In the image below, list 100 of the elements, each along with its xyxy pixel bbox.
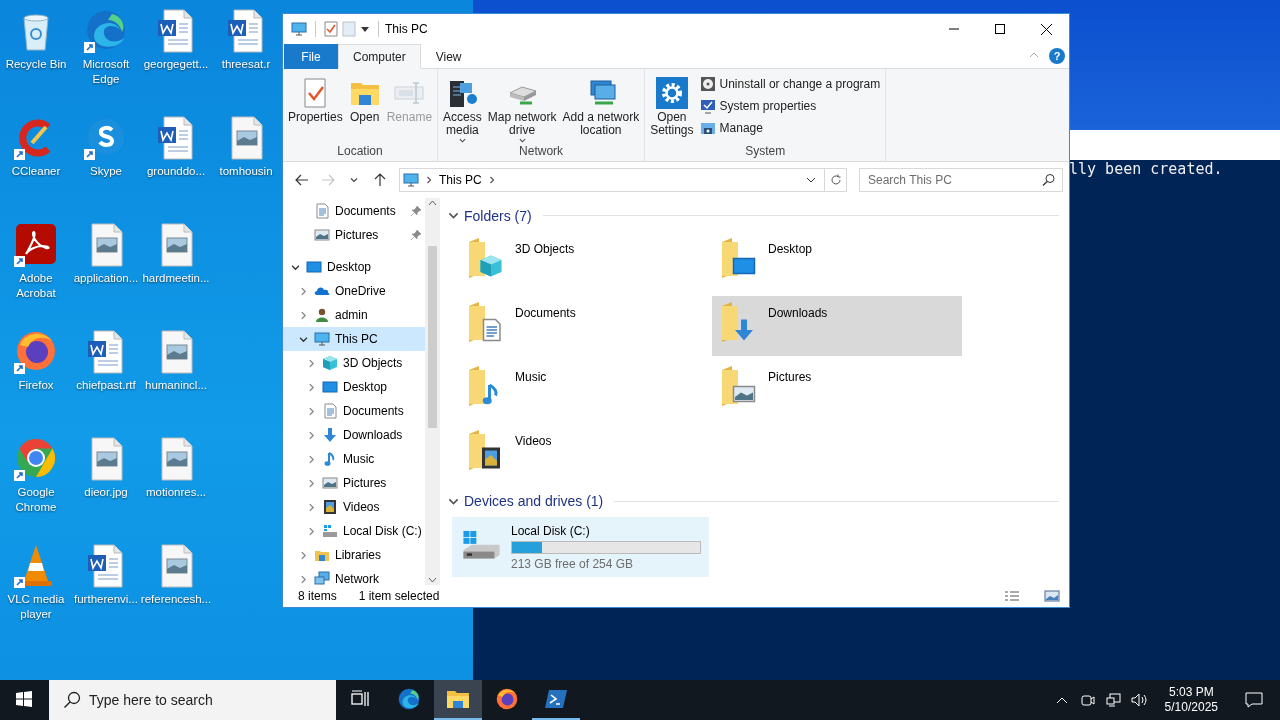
chevron-right-icon: [487, 176, 496, 184]
chevron-right-icon: [306, 526, 316, 536]
forward-arrow-icon: [321, 174, 335, 186]
nav-item[interactable]: Videos: [283, 495, 425, 519]
desktop-shortcut[interactable]: CCleaner: [1, 113, 71, 220]
nav-item[interactable]: Pictures: [283, 471, 425, 495]
taskbar-search-field[interactable]: Type here to search: [49, 680, 336, 720]
powershell-icon: [544, 689, 568, 709]
checklist-icon: [324, 21, 338, 37]
breadcrumb[interactable]: This PC: [439, 173, 482, 187]
caret-icon: [350, 176, 358, 184]
nav-item[interactable]: Downloads: [283, 423, 425, 447]
nav-item[interactable]: Desktop: [283, 375, 425, 399]
desktop-shortcut[interactable]: grounddo...: [141, 113, 211, 220]
ribbon-button[interactable]: Open: [346, 71, 383, 124]
scroll-down-icon[interactable]: [428, 575, 437, 585]
nav-item[interactable]: Documents: [283, 199, 425, 223]
drive-item[interactable]: Local Disk (C:) 213 GB free of 254 GB: [452, 517, 709, 577]
item-count: 8 items: [298, 589, 337, 603]
nav-item[interactable]: 3D Objects: [283, 351, 425, 375]
ribbon-button[interactable]: Uninstall or change a program: [697, 74, 883, 94]
nav-item[interactable]: Music: [283, 447, 425, 471]
up-arrow-icon: [374, 173, 386, 187]
scrollbar[interactable]: [425, 198, 440, 585]
chevron-up-icon: [1055, 696, 1068, 704]
computer-manage-icon: [699, 120, 716, 136]
drive-icon: [322, 523, 338, 539]
ribbon-button[interactable]: Properties: [286, 71, 345, 124]
ribbon-button[interactable]: Open Settings: [648, 71, 696, 137]
ribbon-button[interactable]: Access media: [441, 71, 484, 144]
folder-item[interactable]: Downloads: [712, 295, 962, 356]
film-icon: [322, 499, 338, 515]
computer-icon: [403, 172, 419, 188]
download-arrow-icon: [322, 427, 338, 443]
picture-icon: [322, 475, 338, 491]
cube-icon: [322, 355, 338, 371]
chevron-right-icon: [306, 382, 316, 392]
large-icons-view-icon: [1044, 590, 1060, 602]
chevron-right-icon: [298, 550, 308, 560]
computer-icon: [291, 21, 307, 37]
caret-icon: [360, 25, 370, 33]
desktop-shortcut[interactable]: Recycle Bin: [1, 6, 71, 113]
chevron-right-icon: [425, 176, 433, 184]
folder-item[interactable]: Desktop: [712, 231, 962, 292]
ribbon-button[interactable]: Map network drive: [485, 71, 559, 144]
camera-icon: [1079, 692, 1096, 708]
scrollbar-thumb[interactable]: [428, 246, 437, 428]
nav-item[interactable]: Desktop: [283, 255, 425, 279]
ribbon-tab[interactable]: View: [420, 44, 477, 69]
desktop-shortcut[interactable]: tomhousin: [211, 113, 281, 220]
task-view-icon: [350, 690, 370, 708]
blank-page-icon: [342, 21, 356, 37]
ribbon-tab[interactable]: Computer: [338, 44, 421, 69]
firefox-icon: [494, 686, 520, 712]
help-button[interactable]: ?: [1049, 48, 1065, 64]
chevron-right-icon: [298, 286, 308, 296]
desktop-shortcut[interactable]: Microsoft Edge: [71, 6, 141, 113]
folder-item[interactable]: Pictures: [712, 359, 962, 420]
scroll-up-icon[interactable]: [428, 198, 437, 208]
speaker-icon: [1130, 692, 1149, 708]
ribbon-button[interactable]: Add a network location: [560, 71, 642, 137]
folder-item[interactable]: Music: [459, 359, 709, 420]
nav-item[interactable]: This PC: [283, 327, 425, 351]
caret-icon: [518, 137, 526, 144]
settings-icon: [655, 77, 688, 109]
back-arrow-icon: [295, 174, 309, 186]
desktop-shortcut[interactable]: georgegett...: [141, 6, 211, 113]
nav-item[interactable]: OneDrive: [283, 279, 425, 303]
nav-item[interactable]: admin: [283, 303, 425, 327]
section-header[interactable]: Folders (7): [448, 206, 1059, 226]
nav-item[interactable]: Documents: [283, 399, 425, 423]
folder-item[interactable]: Documents: [459, 295, 709, 356]
document-icon: [314, 203, 330, 219]
chevron-right-icon: [306, 358, 316, 368]
quick-access-button[interactable]: [322, 18, 340, 40]
nav-item[interactable]: Pictures: [283, 223, 425, 247]
caret-icon: [458, 137, 466, 144]
document-icon: [322, 403, 338, 419]
file-menu-tab[interactable]: File: [284, 44, 338, 69]
nav-item[interactable]: Local Disk (C:): [283, 519, 425, 543]
address-bar[interactable]: This PC: [399, 168, 847, 192]
network-icon: [314, 571, 330, 585]
nav-item[interactable]: Network: [283, 567, 425, 585]
ribbon-button[interactable]: System properties: [697, 96, 883, 116]
section-header[interactable]: Devices and drives (1): [448, 491, 1059, 511]
screen-icon: [306, 259, 322, 275]
folder-item[interactable]: 3D Objects: [459, 231, 709, 292]
desktop-shortcut[interactable]: threesat.r: [211, 6, 281, 113]
user-icon: [314, 307, 330, 323]
ribbon-button[interactable]: Manage: [697, 118, 883, 138]
folder-item[interactable]: Videos: [459, 423, 709, 484]
speech-bubble-icon: [1245, 692, 1263, 708]
taskbar-app-button[interactable]: [434, 680, 482, 720]
maximize-icon: [995, 24, 1005, 34]
clock[interactable]: 5:03 PM 5/10/2025: [1156, 685, 1226, 715]
large-icons-view-button[interactable]: [1043, 587, 1061, 605]
nav-item[interactable]: Libraries: [283, 543, 425, 567]
search-field[interactable]: Search This PC: [859, 168, 1063, 192]
desktop-shortcut[interactable]: Skype: [71, 113, 141, 220]
screen-icon: [322, 379, 338, 395]
